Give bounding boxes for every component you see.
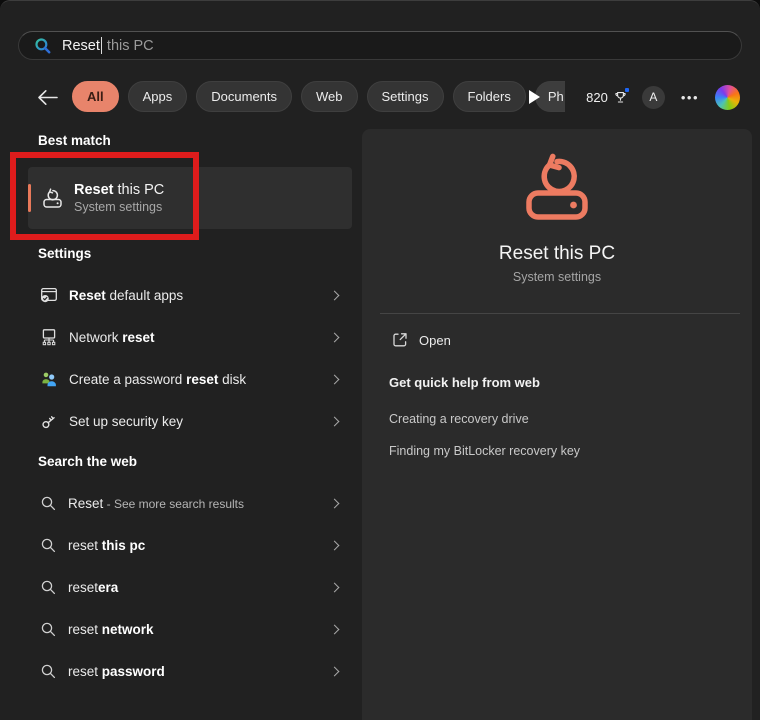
search-query-hint: this PC	[103, 38, 154, 54]
help-link-bitlocker-key[interactable]: Finding my BitLocker recovery key	[389, 444, 580, 458]
tab-settings[interactable]: Settings	[367, 81, 444, 112]
chevron-right-icon	[330, 666, 340, 676]
best-match-title-bold: Reset	[74, 182, 114, 198]
back-button[interactable]	[36, 89, 60, 106]
open-label: Open	[419, 333, 451, 348]
selection-accent-bar	[28, 184, 31, 212]
more-options-icon[interactable]: •••	[679, 90, 701, 105]
external-link-icon	[392, 332, 408, 348]
password-reset-disk-icon	[40, 370, 58, 388]
search-icon	[40, 663, 57, 680]
web-result-see-more[interactable]: Reset - See more search results	[28, 482, 352, 524]
text-caret	[101, 37, 102, 54]
avatar-letter: A	[649, 90, 657, 104]
search-icon	[40, 579, 57, 596]
tab-settings-label: Settings	[382, 89, 429, 104]
tab-documents-label: Documents	[211, 89, 277, 104]
result-label: Create a password reset disk	[69, 372, 246, 387]
best-match-header: Best match	[38, 133, 111, 148]
tab-documents[interactable]: Documents	[196, 81, 292, 112]
tab-all[interactable]: All	[72, 81, 119, 112]
help-header: Get quick help from web	[389, 375, 540, 390]
play-icon[interactable]	[529, 90, 540, 104]
tab-folders-label: Folders	[468, 89, 511, 104]
tab-apps-label: Apps	[143, 89, 173, 104]
trophy-icon	[613, 90, 628, 105]
topbar-actions: 820 A •••	[586, 83, 740, 111]
tab-web[interactable]: Web	[301, 81, 358, 112]
chevron-right-icon	[330, 498, 340, 508]
tab-photos-label: Ph	[548, 89, 564, 104]
web-result-reset-password[interactable]: reset password	[28, 650, 352, 692]
web-header: Search the web	[38, 454, 137, 469]
result-label: reset network	[68, 622, 154, 637]
search-icon	[40, 537, 57, 554]
search-input[interactable]: Reset this PC	[18, 31, 742, 60]
copilot-icon[interactable]	[715, 85, 740, 110]
preview-panel: Reset this PC System settings Open Get q…	[362, 129, 752, 720]
search-query-typed: Reset	[62, 38, 100, 54]
result-reset-default-apps[interactable]: Reset default apps	[28, 274, 352, 316]
web-result-resetera[interactable]: resetera	[28, 566, 352, 608]
chevron-right-icon	[330, 290, 340, 300]
security-key-icon	[40, 412, 58, 430]
help-link-recovery-drive[interactable]: Creating a recovery drive	[389, 412, 529, 426]
result-label: Reset default apps	[69, 288, 183, 303]
best-match-title-rest: this PC	[114, 182, 165, 198]
search-query: Reset this PC	[62, 37, 154, 54]
avatar[interactable]: A	[642, 86, 665, 109]
tab-folders[interactable]: Folders	[453, 81, 526, 112]
divider	[380, 313, 740, 314]
reset-pc-icon-large	[525, 153, 589, 221]
result-label: resetera	[68, 580, 118, 595]
chevron-right-icon	[330, 540, 340, 550]
best-match-result[interactable]: Reset this PC System settings	[28, 167, 352, 229]
search-icon	[40, 495, 57, 512]
chevron-right-icon	[330, 582, 340, 592]
best-match-subtitle: System settings	[74, 200, 164, 214]
chevron-right-icon	[330, 416, 340, 426]
settings-header: Settings	[38, 246, 91, 261]
open-action[interactable]: Open	[392, 332, 451, 348]
filter-tabs: All Apps Documents Web Settings Folders …	[72, 81, 565, 112]
reset-pc-icon	[43, 188, 63, 208]
web-results: Reset - See more search results reset th…	[28, 482, 352, 692]
result-label: reset password	[68, 664, 165, 679]
rewards-button[interactable]: 820	[586, 90, 628, 105]
web-result-reset-network[interactable]: reset network	[28, 608, 352, 650]
search-icon	[34, 37, 52, 55]
preview-title: Reset this PC	[362, 243, 752, 265]
rewards-badge-dot	[625, 88, 629, 92]
result-label: Network reset	[69, 330, 155, 345]
chevron-right-icon	[330, 332, 340, 342]
chevron-right-icon	[330, 624, 340, 634]
search-window: Reset this PC All Apps Documents Web Set…	[0, 0, 760, 720]
settings-results: Reset default apps Network reset Create …	[28, 274, 352, 442]
result-label: Reset - See more search results	[68, 496, 244, 511]
best-match-text: Reset this PC System settings	[74, 182, 164, 214]
tab-apps[interactable]: Apps	[128, 81, 188, 112]
rewards-points: 820	[586, 90, 608, 105]
web-result-reset-this-pc[interactable]: reset this pc	[28, 524, 352, 566]
preview-subtitle: System settings	[362, 270, 752, 284]
tab-all-label: All	[87, 89, 104, 104]
network-reset-icon	[40, 328, 58, 346]
search-icon	[40, 621, 57, 638]
best-match-title: Reset this PC	[74, 182, 164, 198]
result-password-reset-disk[interactable]: Create a password reset disk	[28, 358, 352, 400]
result-label: reset this pc	[68, 538, 145, 553]
result-network-reset[interactable]: Network reset	[28, 316, 352, 358]
reset-default-apps-icon	[40, 286, 58, 304]
result-label: Set up security key	[69, 414, 183, 429]
tab-web-label: Web	[316, 89, 343, 104]
chevron-right-icon	[330, 374, 340, 384]
result-security-key[interactable]: Set up security key	[28, 400, 352, 442]
